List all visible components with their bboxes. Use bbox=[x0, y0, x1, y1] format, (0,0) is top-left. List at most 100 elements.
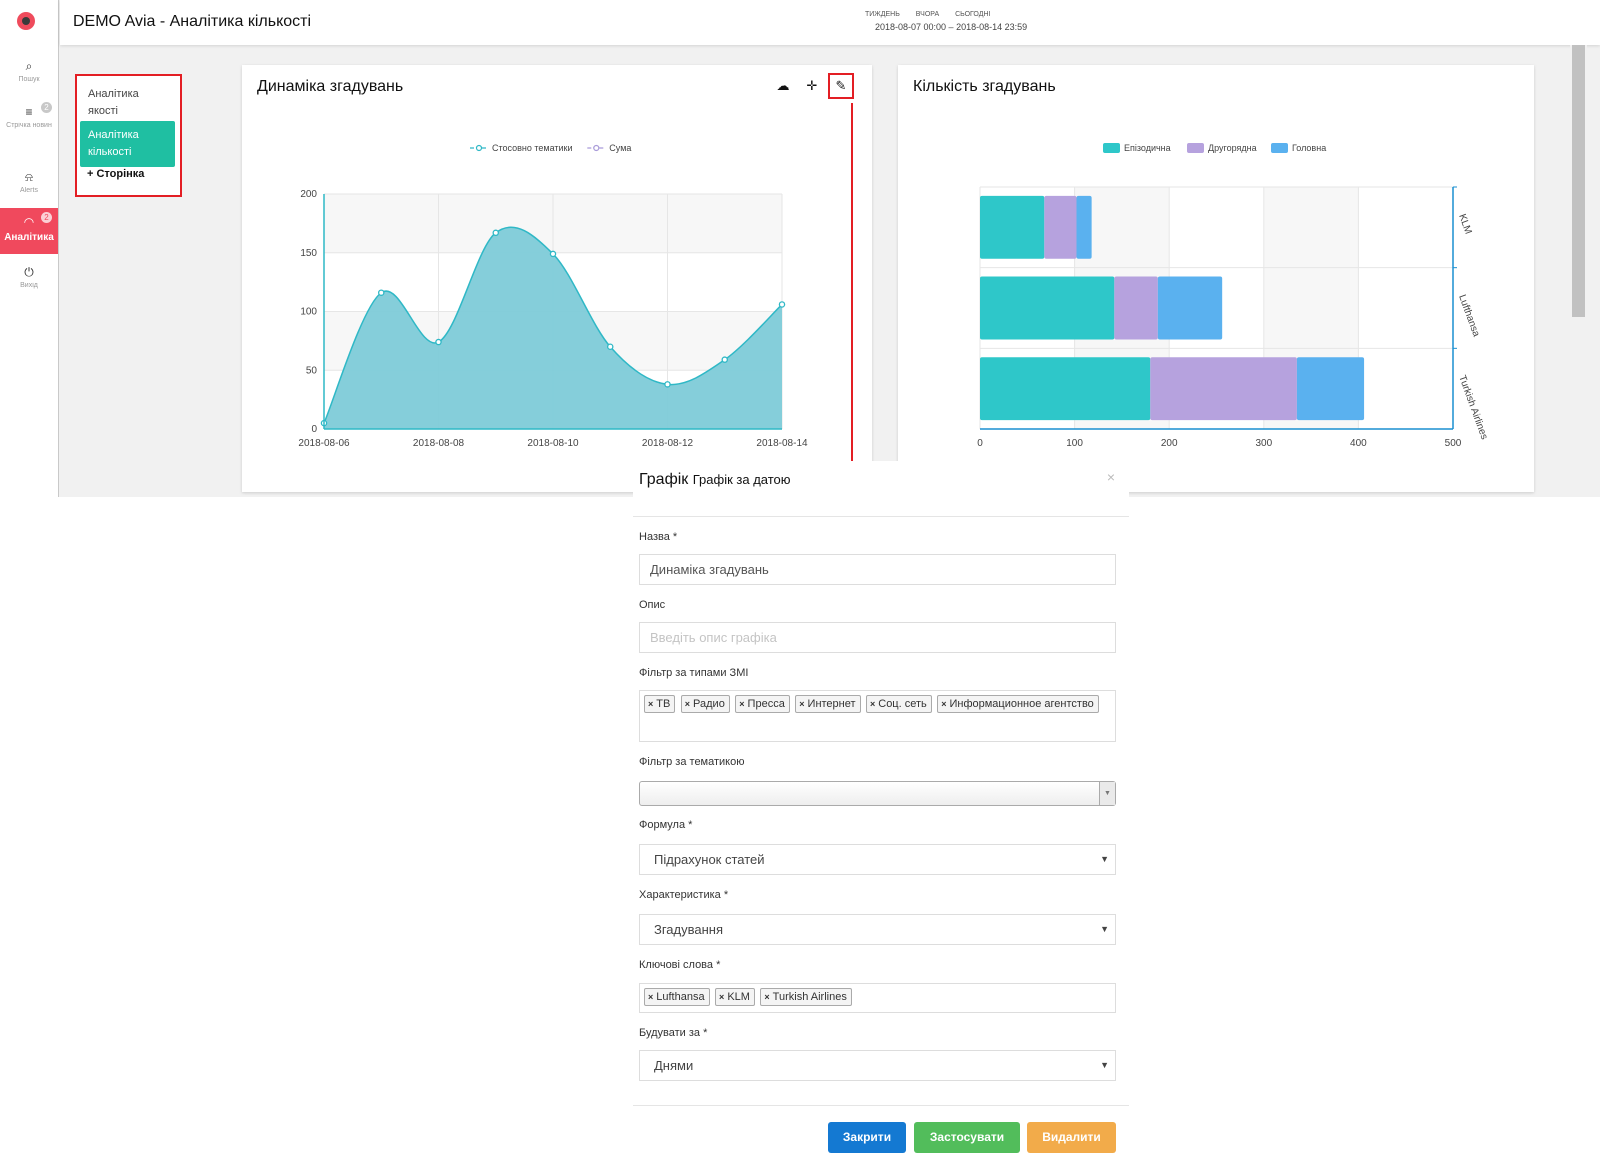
tag-chip[interactable]: × Пресса bbox=[735, 695, 790, 713]
sidebar-rail: ⌕ Пошук ≡ Стрічка новин 2 ⍾ Alerts ◠ Ана… bbox=[0, 0, 59, 497]
bar-segment bbox=[1150, 357, 1297, 421]
tag-label: Lufthansa bbox=[656, 991, 705, 1003]
tag-chip[interactable]: × Соц. сеть bbox=[865, 695, 932, 713]
remove-tag-icon[interactable]: × bbox=[648, 992, 653, 1002]
chart-card-dynamics: Динаміка згадувань ☁ ✛ ✎ 0 50 100 150 200 201… bbox=[242, 65, 872, 492]
keywords-tags[interactable]: × Lufthansa × KLM × Turkish Airlines bbox=[639, 983, 1116, 1013]
tag-label: Пресса bbox=[747, 698, 785, 710]
chart-settings-modal: Графік Графік за датою × Назва * Динамік… bbox=[633, 461, 1129, 1174]
sidebar-item-alerts[interactable]: ⍾ Alerts bbox=[0, 163, 58, 209]
topic-filter-select[interactable]: ▼ bbox=[639, 781, 1116, 806]
y-tick-label: 50 bbox=[306, 365, 318, 376]
search-icon: ⌕ bbox=[25, 59, 33, 73]
logo-icon[interactable] bbox=[17, 12, 35, 30]
tag-chip[interactable]: × Радио bbox=[680, 695, 730, 713]
y-category-label: Turkish Airlines bbox=[1456, 374, 1489, 441]
bar-chart: 0 100 200 300 400 500 KLM Lufthansa Turkish Airl… bbox=[977, 143, 1490, 449]
formula-select[interactable]: Підрахунок статей ▼ bbox=[639, 844, 1116, 875]
x-tick-label: 200 bbox=[1161, 438, 1178, 449]
top-header: DEMO Avia - Аналітика кількості ТИЖДЕНЬ … bbox=[60, 0, 1600, 45]
modal-title-text: Графік bbox=[639, 471, 689, 488]
date-range-picker[interactable]: 2018-08-07 00:00 – 2018-08-14 23:59 bbox=[875, 22, 1027, 32]
remove-tag-icon[interactable]: × bbox=[764, 992, 769, 1002]
data-point bbox=[549, 250, 557, 258]
power-icon: ⏻ bbox=[24, 265, 34, 279]
modal-header: Графік Графік за датою × bbox=[633, 461, 1129, 517]
x-tick-label: 2018-08-08 bbox=[413, 438, 465, 449]
sidebar-item-search[interactable]: ⌕ Пошук bbox=[0, 52, 58, 98]
x-tick-label: 2018-08-10 bbox=[527, 438, 579, 449]
tag-label: Радио bbox=[693, 698, 725, 710]
quick-range-group: ТИЖДЕНЬ ВЧОРА СЬОГОДНІ bbox=[865, 11, 1004, 18]
tag-label: ТВ bbox=[656, 698, 671, 710]
data-point bbox=[435, 338, 442, 346]
tag-chip[interactable]: × Информационное агентство bbox=[937, 695, 1099, 713]
bar-segment bbox=[1076, 195, 1092, 259]
remove-tag-icon[interactable]: × bbox=[941, 699, 946, 709]
tag-label: Turkish Airlines bbox=[772, 991, 847, 1003]
description-input[interactable]: Введіть опис графіка bbox=[639, 622, 1116, 653]
characteristic-value: Згадування bbox=[654, 922, 724, 937]
tag-chip[interactable]: × KLM bbox=[715, 988, 755, 1006]
chevron-down-icon: ▼ bbox=[1100, 924, 1109, 934]
data-point bbox=[606, 343, 614, 350]
tag-chip[interactable]: × Интернет bbox=[795, 695, 861, 713]
dropdown-arrow-icon[interactable]: ▼ bbox=[1099, 782, 1115, 805]
close-icon[interactable]: × bbox=[1107, 469, 1115, 485]
delete-button[interactable]: Видалити bbox=[1027, 1122, 1116, 1153]
bar-segment bbox=[980, 357, 1151, 421]
y-category-label: KLM bbox=[1456, 213, 1473, 236]
build-by-select[interactable]: Днями ▼ bbox=[639, 1050, 1116, 1081]
apply-button[interactable]: Застосувати bbox=[914, 1122, 1020, 1153]
build-by-value: Днями bbox=[654, 1058, 694, 1073]
chevron-down-icon: ▼ bbox=[1100, 1060, 1109, 1070]
page-nav-item-quality[interactable]: Аналітика якості bbox=[80, 80, 175, 126]
tag-label: KLM bbox=[727, 991, 750, 1003]
range-today-link[interactable]: СЬОГОДНІ bbox=[955, 11, 990, 18]
add-page-button[interactable]: + Сторінка bbox=[87, 168, 144, 180]
sidebar-item-label: Пошук bbox=[18, 76, 40, 83]
modal-subtitle: Графік за датою bbox=[692, 472, 791, 487]
remove-tag-icon[interactable]: × bbox=[870, 699, 875, 709]
x-tick-label: 500 bbox=[1445, 438, 1462, 449]
characteristic-select[interactable]: Згадування ▼ bbox=[639, 914, 1116, 945]
app-window: ⌕ Пошук ≡ Стрічка новин 2 ⍾ Alerts ◠ Ана… bbox=[0, 0, 1600, 497]
legend-label: Другорядна bbox=[1208, 143, 1257, 153]
gauge-icon: ◠ bbox=[23, 215, 35, 229]
media-filter-tags[interactable]: × ТВ × Радио × Пресса × Интернет × Соц. сеть … bbox=[639, 690, 1116, 742]
tag-chip[interactable]: × ТВ bbox=[644, 695, 676, 713]
legend-marker bbox=[593, 144, 600, 152]
build-by-label: Будувати за * bbox=[639, 1027, 708, 1039]
page-nav-item-quantity[interactable]: Аналітика кількості bbox=[80, 121, 175, 167]
remove-tag-icon[interactable]: × bbox=[799, 699, 804, 709]
page-title: DEMO Avia - Аналітика кількості bbox=[73, 13, 312, 30]
legend-label: Головна bbox=[1292, 143, 1326, 153]
callout-line bbox=[851, 103, 853, 465]
sidebar-item-analytics[interactable]: ◠ Аналітика 2 bbox=[0, 208, 58, 254]
close-button[interactable]: Закрити bbox=[828, 1122, 906, 1153]
formula-value: Підрахунок статей bbox=[654, 852, 765, 867]
tag-label: Информационное агентство bbox=[949, 698, 1094, 710]
y-tick-label: 100 bbox=[300, 307, 317, 318]
tag-chip[interactable]: × Lufthansa bbox=[644, 988, 710, 1006]
range-yesterday-link[interactable]: ВЧОРА bbox=[916, 11, 939, 18]
remove-tag-icon[interactable]: × bbox=[648, 699, 653, 709]
x-tick-label: 300 bbox=[1255, 438, 1272, 449]
tag-label: Соц. сеть bbox=[878, 698, 927, 710]
name-label: Назва * bbox=[639, 531, 678, 543]
sidebar-item-news[interactable]: ≡ Стрічка новин 2 bbox=[0, 98, 58, 144]
modal-title: Графік Графік за датою bbox=[639, 471, 791, 489]
description-label: Опис bbox=[639, 599, 666, 611]
x-tick-label: 2018-08-12 bbox=[642, 438, 694, 449]
sidebar-item-label: Аналітика bbox=[4, 232, 54, 243]
remove-tag-icon[interactable]: × bbox=[719, 992, 724, 1002]
modal-footer: Закрити Застосувати Видалити bbox=[633, 1105, 1129, 1174]
name-input[interactable]: Динаміка згадувань bbox=[639, 554, 1116, 585]
sidebar-item-logout[interactable]: ⏻ Вихід bbox=[0, 258, 58, 304]
remove-tag-icon[interactable]: × bbox=[685, 699, 690, 709]
page-scrollbar[interactable] bbox=[1570, 45, 1587, 497]
scrollbar-thumb[interactable] bbox=[1572, 45, 1585, 317]
tag-chip[interactable]: × Turkish Airlines bbox=[760, 988, 852, 1006]
range-week-link[interactable]: ТИЖДЕНЬ bbox=[865, 11, 900, 18]
remove-tag-icon[interactable]: × bbox=[739, 699, 744, 709]
